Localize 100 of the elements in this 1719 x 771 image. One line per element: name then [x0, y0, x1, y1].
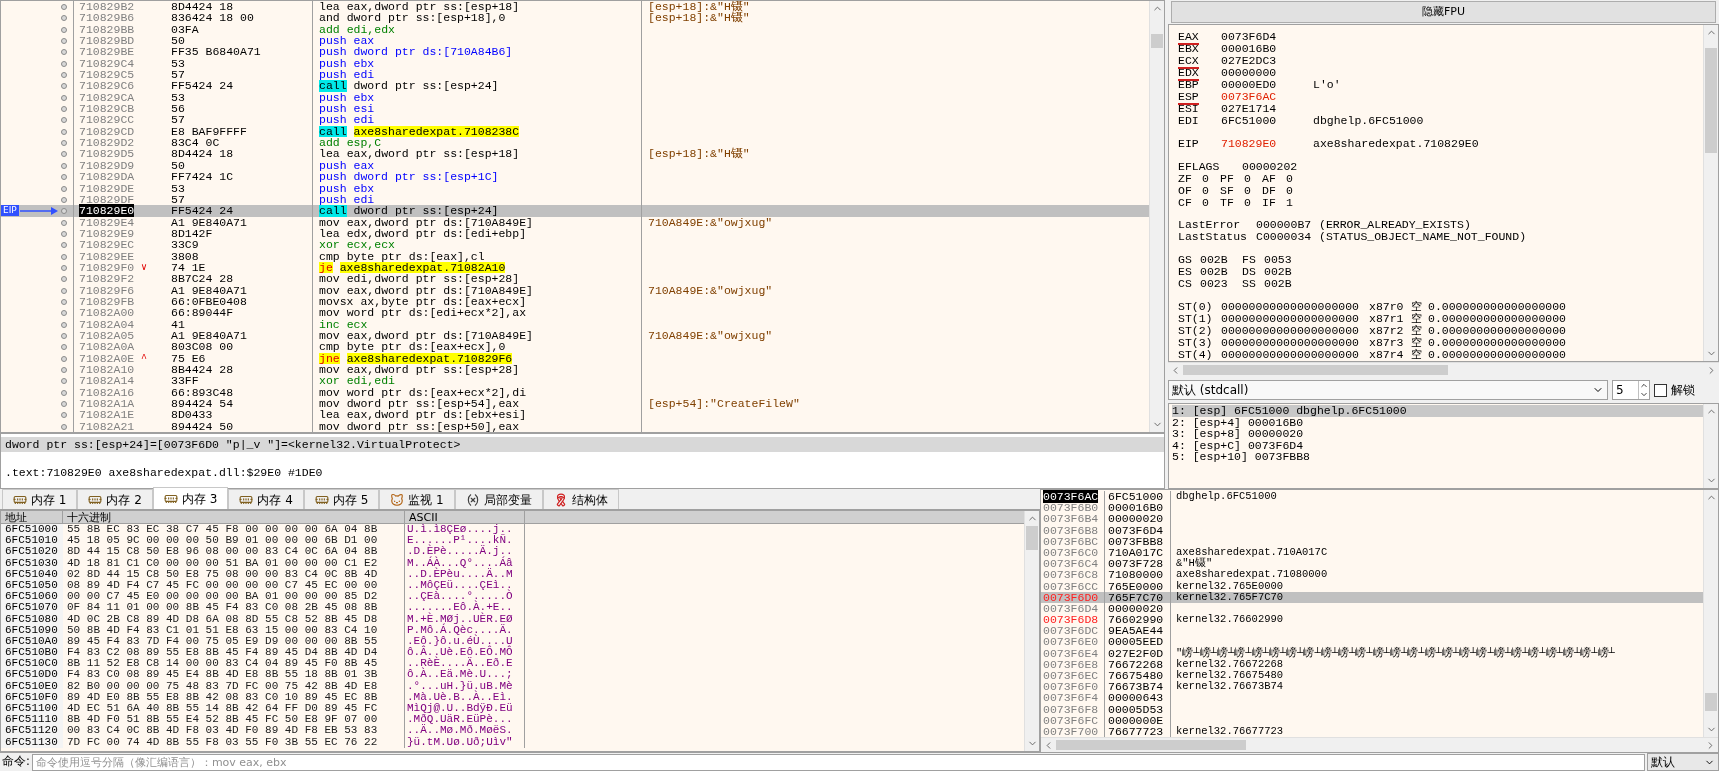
disassembly-row[interactable]: 710829BD 50 push eax	[1, 35, 1149, 47]
memory-hex[interactable]: 00 00 C7 45 E0 00 00 00 00 BA 01 00 00 00 85 D2	[67, 590, 378, 603]
memory-hex[interactable]: 8D 44 15 C8 50 E8 96 08 00 00 83 C4 0C 6A 04 8B	[67, 545, 378, 558]
segment-value[interactable]: 002B	[1200, 266, 1242, 279]
memory-ascii[interactable]: MìQj@.U..BdÿÐ.Eü	[407, 702, 513, 714]
stack-row[interactable]: 0073F6B0 000016B0	[1041, 502, 1703, 514]
fpu-register-raw[interactable]: 00000000000000000000	[1221, 337, 1369, 349]
register-value[interactable]: 6FC51000	[1221, 114, 1277, 127]
memory-hex[interactable]: 4D 18 81 C1 C0 00 00 00 51 BA 01 00 00 00 C1 E2	[67, 556, 378, 569]
memory-ascii[interactable]: M.+È.MØj..UÈR.EØ	[407, 612, 513, 625]
disassembly-row[interactable]: 71082A1E 8D0433 lea eax,dword ptr ds:[ebx+esi]	[1, 409, 1149, 421]
flag-value[interactable]: 0	[1244, 196, 1262, 209]
memory-hex[interactable]: 08 89 4D F4 C7 45 FC 00 00 00 00 C7 45 EC 00 00	[67, 578, 378, 591]
segment-value[interactable]: 002B	[1200, 254, 1242, 267]
disassembly-row[interactable]: 71082A05 A1 9E840A71 mov eax,dword ptr ds:[710A849E] 710A849E:&"owjxug"	[1, 329, 1149, 342]
stack-row[interactable]: 0073F6E4 027E2F0D "嵭┴嵭┴嵭┴嵭┴嵭┴嵭┴嵭┴嵭┴嵭┴嵭┴嵭┴嵭┴嵭┴嵭┴嵭┴嵭┴嵭┴嵭┴嵭┴嵭┴嵭┴嵭┴嵭┴嵭┴嵭┴	[1041, 647, 1703, 659]
column-header[interactable]: ASCII	[405, 511, 525, 523]
flag-value[interactable]: 0	[1202, 172, 1220, 185]
flag-value[interactable]: 0	[1244, 172, 1262, 185]
vertical-scrollbar[interactable]	[1149, 1, 1164, 432]
disassembly-row[interactable]: 710829BB 03FA add edi,edx	[1, 23, 1149, 36]
disassembly-row[interactable]: 71082A04 41 inc ecx	[1, 318, 1149, 330]
memory-hex[interactable]: 82 B0 00 00 00 75 48 83 7D FC 00 75 42 8B 4D E8	[67, 679, 378, 692]
stack-row[interactable]: 0073F6C0 710A017C axe8sharedexpat.710A017C	[1041, 546, 1703, 559]
dump-tab[interactable]: 内存 3	[152, 487, 229, 509]
register-value[interactable]: 00000ED0	[1221, 78, 1277, 91]
disassembly-row[interactable]: 71082A0E ^ 75 E6 jne axe8sharedexpat.710829F6	[1, 352, 1149, 364]
flag-value[interactable]: 0	[1244, 184, 1262, 197]
register-value[interactable]: 0073F6D4	[1221, 30, 1277, 43]
register-value[interactable]: 0073F6AC	[1221, 90, 1277, 103]
stack-row[interactable]: 0073F6CC 765E0000 kernel32.765E0000	[1041, 580, 1703, 592]
dump-tab[interactable]: 内存 4	[228, 489, 304, 509]
segment-value[interactable]: 002B	[1264, 278, 1306, 291]
disassembly-row[interactable]: 710829B2 8D4424 18 lea eax,dword ptr ss:[esp+18] [esp+18]:&"H镊"	[1, 1, 1149, 13]
scrollbar-thumb[interactable]	[1183, 365, 1448, 375]
flag-value[interactable]: 0	[1286, 172, 1304, 185]
disassembly-row[interactable]: 710829C6 FF5424 24 call dword ptr ss:[esp+24]	[1, 80, 1149, 92]
memory-ascii[interactable]: P.Mô.Á.Qèc....Ä.	[407, 623, 513, 636]
argument-row[interactable]: 4: [esp+C] 0073F6D4	[1172, 439, 1703, 451]
disassembly-row[interactable]: 710829DE 53 push ebx	[1, 182, 1149, 194]
disassembly-row[interactable]: 710829EE 3808 cmp byte ptr ds:[eax],cl	[1, 250, 1149, 262]
memory-hex[interactable]: 89 45 F4 83 7D F4 00 75 05 E9 D9 00 00 00 8B 55	[67, 634, 378, 647]
segment-value[interactable]: 0023	[1200, 278, 1242, 291]
calling-convention-dropdown[interactable]: 默认 (stdcall)	[1168, 380, 1608, 400]
flag-value[interactable]: 1	[1286, 196, 1304, 209]
register-value[interactable]: 000016B0	[1221, 42, 1277, 55]
disassembly-row[interactable]: 710829DA FF7424 1C push dword ptr ss:[esp+1C]	[1, 171, 1149, 183]
memory-hex[interactable]: 7D FC 00 74 4D 8B 55 F8 03 55 F0 3B 55 EC 76 22	[67, 735, 378, 748]
memory-ascii[interactable]: ..Ä..Mø.Mð.MøëS.	[407, 724, 513, 737]
stack-row[interactable]: 0073F6D0 765F7C70 kernel32.765F7C70	[1041, 591, 1703, 603]
horizontal-scrollbar[interactable]	[1041, 737, 1718, 753]
memory-hex[interactable]: 8B 11 52 E8 C8 14 00 00 83 C4 04 89 45 F0 8B 45	[67, 657, 378, 670]
memory-ascii[interactable]: U.ì.ì8ÇEø....j..	[407, 523, 513, 535]
stack-row[interactable]: 0073F6F0 76673B74 kernel32.76673B74	[1041, 681, 1703, 693]
memory-ascii[interactable]: .Mà.Uè.B..À..Eì.	[407, 690, 513, 703]
disassembly-row[interactable]: 71082A00 66:89044F mov word ptr ds:[edi+ecx*2],ax	[1, 307, 1149, 319]
vertical-scrollbar[interactable]	[1703, 404, 1718, 488]
memory-hex[interactable]: 00 83 C4 0C 8B 4D F8 03 4D F0 89 4D F8 EB 53 83	[67, 724, 378, 737]
fpu-register-raw[interactable]: 00000000000000000000	[1221, 349, 1369, 361]
vertical-scrollbar[interactable]	[1024, 511, 1039, 751]
segment-value[interactable]: 002B	[1264, 266, 1306, 279]
disassembly-row[interactable]: 710829CA 53 push ebx	[1, 91, 1149, 104]
dump-tab[interactable]: 内存 5	[303, 489, 380, 509]
hide-fpu-button[interactable]: 隐藏FPU	[1171, 1, 1716, 23]
memory-hex[interactable]: 0F 84 11 01 00 00 8B 45 F4 83 C0 08 2B 45 08 8B	[67, 601, 378, 614]
scrollbar-thumb[interactable]	[1056, 740, 1246, 751]
disassembly-row[interactable]: 710829D9 50 push eax	[1, 159, 1149, 172]
memory-hex[interactable]: 50 8B 4D F4 83 C1 01 51 E8 63 15 00 00 83 C4 10	[67, 623, 378, 636]
fpu-register-raw[interactable]: 00000000000000000000	[1221, 313, 1369, 325]
column-header[interactable]: 十六进制	[63, 511, 405, 523]
spin-up-icon[interactable]	[1639, 381, 1649, 390]
memory-ascii[interactable]: }ü.tM.Uø.Uð;Uìv"	[407, 735, 513, 748]
memory-hex[interactable]: F4 83 C2 08 89 55 E8 8B 45 F4 89 45 D4 8B 4D D4	[67, 646, 378, 659]
stack-row[interactable]: 0073F6BC 0073FBB8	[1041, 535, 1703, 547]
memory-ascii[interactable]: .Eô.}ô.u.éÙ....U	[407, 634, 513, 647]
disassembly-row[interactable]: 710829F6 A1 9E840A71 mov eax,dword ptr ds:[710A849E] 710A849E:&"owjxug"	[1, 284, 1149, 296]
disassembly-row[interactable]: 710829C5 57 push edi	[1, 69, 1149, 81]
disassembly-row[interactable]: 710829E4 A1 9E840A71 mov eax,dword ptr ds:[710A849E] 710A849E:&"owjxug"	[1, 216, 1149, 228]
stack-row[interactable]: 0073F6F4 00000643	[1041, 692, 1703, 704]
disassembly-row[interactable]: 710829B6 836424 18 00 and dword ptr ss:[esp+18],0 [esp+18]:&"H镊"	[1, 12, 1149, 24]
stack-row[interactable]: 0073F6E0 00005EED	[1041, 636, 1703, 648]
memory-ascii[interactable]: M..ÁÀ...Q°....Áâ	[407, 556, 513, 569]
dump-tab[interactable]: 内存 1	[2, 489, 78, 509]
stack-row[interactable]: 0073F6DC 9EA5AE44	[1041, 625, 1703, 637]
scrollbar-thumb[interactable]	[1705, 48, 1717, 153]
stack-row[interactable]: 0073F6D8 76602990 kernel32.76602990	[1041, 614, 1703, 626]
fpu-register-raw[interactable]: 00000000000000000000	[1221, 325, 1369, 337]
horizontal-scrollbar[interactable]	[1168, 362, 1719, 377]
disassembly-row[interactable]: 710829F2 8B7C24 28 mov edi,dword ptr ss:[esp+28]	[1, 273, 1149, 285]
stack-row[interactable]: 0073F6AC 6FC51000 dbghelp.6FC51000	[1041, 491, 1703, 503]
spin-down-icon[interactable]	[1639, 390, 1649, 399]
memory-ascii[interactable]: .°...uH.}ü.uB.Mè	[407, 679, 513, 692]
memory-hex[interactable]: F4 83 C0 08 89 45 E4 8B 4D E8 8B 55 18 8B 01 3B	[67, 668, 378, 681]
disassembly-row[interactable]: 71082A0A 803C08 00 cmp byte ptr ds:[eax+ecx],0	[1, 341, 1149, 353]
memory-hex[interactable]: 45 18 05 9C 00 00 00 50 B9 01 00 00 00 6B D1 00	[67, 534, 378, 547]
flag-value[interactable]: 0	[1202, 196, 1220, 209]
segment-value[interactable]: 0053	[1264, 254, 1306, 267]
scrollbar-thumb[interactable]	[1705, 693, 1717, 711]
memory-ascii[interactable]: ô.À..Eä.Mè.U...;	[407, 668, 513, 681]
disassembly-row[interactable]: 710829CD E8 BAF9FFFF call axe8sharedexpat.7108238C	[1, 125, 1149, 138]
